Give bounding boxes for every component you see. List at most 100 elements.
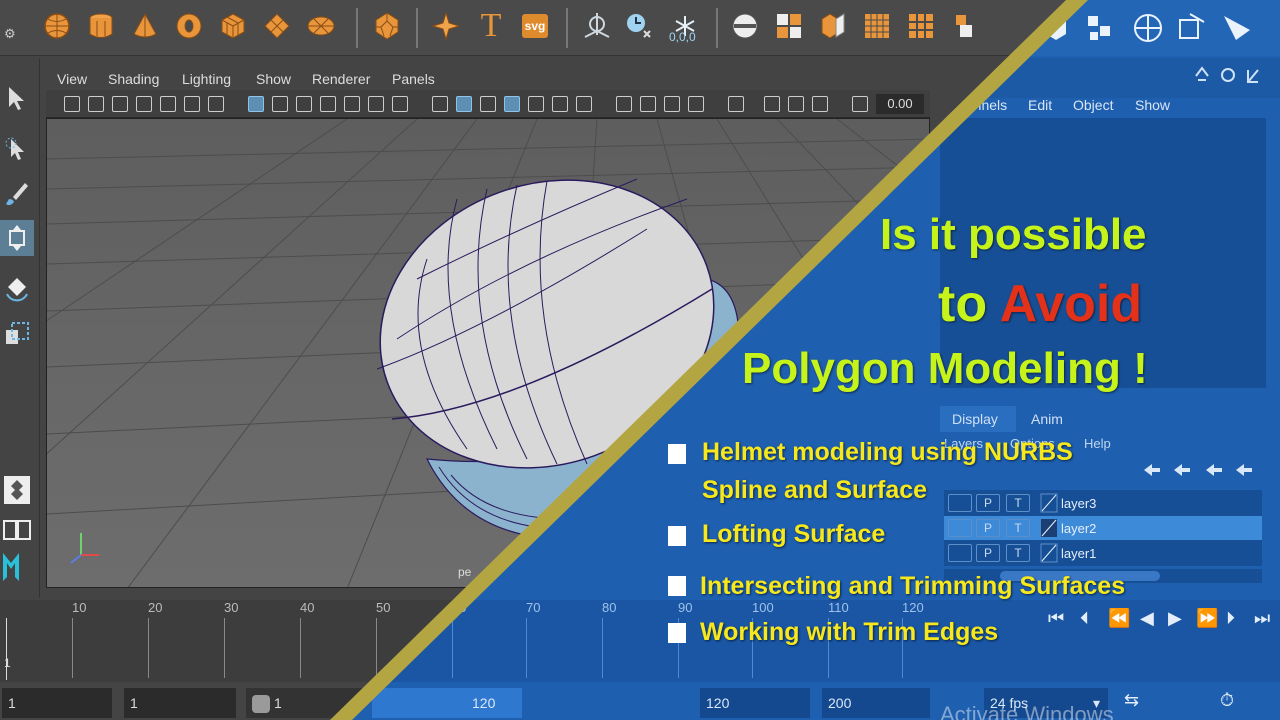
- uv-grid-2-icon[interactable]: [904, 9, 938, 43]
- poly-disc-icon[interactable]: [304, 9, 338, 43]
- menu-show[interactable]: Show: [1135, 97, 1170, 113]
- grid-toggle-icon[interactable]: [248, 96, 264, 112]
- playback-toggle[interactable]: P: [976, 544, 1000, 562]
- move-tool-icon[interactable]: [0, 220, 34, 256]
- poly-cone-icon[interactable]: [128, 9, 162, 43]
- go-to-start-icon[interactable]: ⏮: [1048, 608, 1064, 629]
- xray-components-icon[interactable]: [812, 96, 828, 112]
- default-material-icon[interactable]: [480, 96, 496, 112]
- image-plane-icon[interactable]: [136, 96, 152, 112]
- loop-icon[interactable]: ⇆: [1124, 690, 1139, 711]
- menu-panels[interactable]: Panels: [392, 71, 435, 87]
- visibility-toggle[interactable]: [948, 544, 972, 562]
- range-slider[interactable]: 1: [246, 688, 366, 718]
- film-gate-icon[interactable]: [272, 96, 288, 112]
- scale-tool-icon[interactable]: [0, 316, 34, 352]
- range-slider-start-handle[interactable]: [252, 695, 270, 714]
- gear-icon[interactable]: ⚙: [4, 26, 16, 42]
- exposure-icon[interactable]: [852, 96, 868, 112]
- svg-tool-icon[interactable]: svg: [518, 9, 552, 43]
- layer-color-icon[interactable]: [1040, 543, 1058, 563]
- menu-renderer[interactable]: Renderer: [312, 71, 370, 87]
- template-toggle[interactable]: T: [1006, 494, 1030, 512]
- text-tool-icon[interactable]: T: [474, 7, 508, 44]
- textured-icon[interactable]: [528, 96, 544, 112]
- lasso-tool-icon[interactable]: [0, 132, 34, 168]
- template-toggle[interactable]: T: [1006, 519, 1030, 537]
- paint-tool-icon[interactable]: [0, 176, 34, 212]
- uv-grid-icon[interactable]: [860, 9, 894, 43]
- menu-object[interactable]: Object: [1073, 97, 1113, 113]
- step-back-frame-icon[interactable]: ⏪: [1108, 608, 1130, 629]
- resolution-gate-icon[interactable]: [296, 96, 312, 112]
- layer-name[interactable]: layer3: [1061, 496, 1096, 511]
- poly-sphere-icon[interactable]: [40, 9, 74, 43]
- isolate-select-icon[interactable]: [728, 96, 744, 112]
- play-forward-icon[interactable]: ▶: [1168, 608, 1182, 629]
- exposure-field[interactable]: 0.00: [876, 94, 924, 114]
- template-toggle[interactable]: T: [1006, 544, 1030, 562]
- current-frame-marker[interactable]: [6, 618, 7, 680]
- go-to-end-icon[interactable]: ⏭: [1254, 608, 1270, 629]
- panel-layout-icon[interactable]: [0, 512, 34, 548]
- safe-title-icon[interactable]: [392, 96, 408, 112]
- field-chart-icon[interactable]: [344, 96, 360, 112]
- playback-end-field[interactable]: 120: [700, 688, 810, 718]
- visibility-toggle[interactable]: [948, 494, 972, 512]
- menu-view[interactable]: View: [57, 71, 87, 87]
- bookmark-icon[interactable]: [112, 96, 128, 112]
- visibility-toggle[interactable]: [948, 519, 972, 537]
- poly-cylinder-icon[interactable]: [84, 9, 118, 43]
- poly-torus-icon[interactable]: [172, 9, 206, 43]
- depth-of-field-icon[interactable]: [688, 96, 704, 112]
- menu-help[interactable]: Help: [1084, 436, 1111, 451]
- menu-lighting[interactable]: Lighting: [182, 71, 231, 87]
- layer-row[interactable]: P T layer3: [944, 491, 1262, 515]
- tab-anim[interactable]: Anim: [1031, 411, 1063, 427]
- safe-action-icon[interactable]: [368, 96, 384, 112]
- layer-color-icon[interactable]: [1040, 493, 1058, 513]
- layout-icon[interactable]: [0, 472, 34, 508]
- poly-plane-icon[interactable]: [260, 9, 294, 43]
- step-forward-frame-icon[interactable]: ⏩: [1196, 608, 1218, 629]
- gate-mask-icon[interactable]: [320, 96, 336, 112]
- menu-shading[interactable]: Shading: [108, 71, 159, 87]
- platonic-solid-icon[interactable]: [370, 9, 404, 43]
- select-tool-icon[interactable]: [0, 80, 34, 116]
- wireframe-icon[interactable]: [432, 96, 448, 112]
- layer-name[interactable]: layer2: [1061, 521, 1096, 536]
- step-forward-key-icon[interactable]: ⏵: [1226, 608, 1235, 629]
- rotate-tool-icon[interactable]: [0, 270, 34, 306]
- 2d-pan-icon[interactable]: [208, 96, 224, 112]
- xray-joints-icon[interactable]: [788, 96, 804, 112]
- motion-blur-icon[interactable]: [640, 96, 656, 112]
- start-time-field[interactable]: 1: [2, 688, 112, 718]
- playback-start-field[interactable]: 1: [124, 688, 236, 718]
- lights-icon[interactable]: [552, 96, 568, 112]
- sparkle-icon[interactable]: [430, 9, 464, 43]
- anti-alias-icon[interactable]: [664, 96, 680, 112]
- end-time-field[interactable]: 200: [822, 688, 930, 718]
- menu-edit[interactable]: Edit: [1028, 97, 1052, 113]
- grid-tiles-icon[interactable]: [772, 9, 806, 43]
- grease-pencil-icon[interactable]: [160, 96, 176, 112]
- smooth-shade-icon[interactable]: [456, 96, 472, 112]
- shadows-icon[interactable]: [576, 96, 592, 112]
- menu-show[interactable]: Show: [256, 71, 291, 87]
- ambient-occlusion-icon[interactable]: [616, 96, 632, 112]
- split-cube-icon[interactable]: [816, 9, 850, 43]
- camera-attr-icon[interactable]: [88, 96, 104, 112]
- playback-toggle[interactable]: P: [976, 494, 1000, 512]
- measure-tool-icon[interactable]: [580, 9, 614, 43]
- clock-icon[interactable]: [622, 9, 656, 43]
- tab-display[interactable]: Display: [952, 411, 998, 427]
- xray-icon[interactable]: [764, 96, 780, 112]
- pan-zoom-icon[interactable]: [184, 96, 200, 112]
- camera-icon[interactable]: [64, 96, 80, 112]
- range-slider-end[interactable]: 120: [372, 688, 522, 718]
- extrude-icon[interactable]: [948, 9, 982, 43]
- step-back-key-icon[interactable]: ⏴: [1080, 608, 1089, 629]
- layer-row[interactable]: P T layer1: [944, 541, 1262, 565]
- play-backward-icon[interactable]: ◀: [1140, 608, 1154, 629]
- wireframe-on-shaded-icon[interactable]: [504, 96, 520, 112]
